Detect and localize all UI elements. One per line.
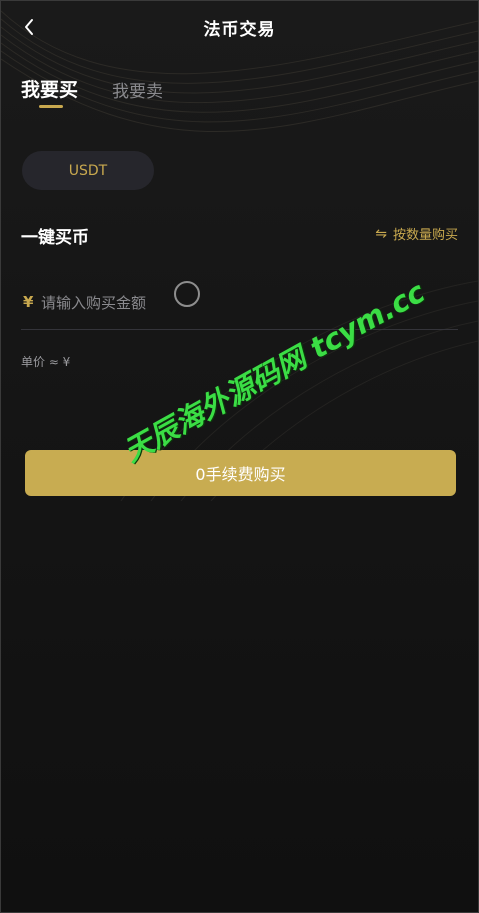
section-title: 一键买币 xyxy=(21,228,89,248)
page-title: 法币交易 xyxy=(203,20,276,40)
amount-input-row: ¥ xyxy=(21,277,458,330)
top-bar: 法币交易 xyxy=(1,1,478,53)
trade-tabs: 我要买 我要卖 xyxy=(21,75,197,115)
coin-selector-usdt[interactable]: USDT xyxy=(22,151,154,190)
otc-trade-screen: 法币交易 我要买 我要卖 USDT 一键买币 ⇋ 按数量购买 ¥ 单价 ≈ ¥ … xyxy=(0,0,479,913)
swap-arrows-icon: ⇋ xyxy=(375,225,387,242)
tab-sell-label: 我要卖 xyxy=(112,82,164,102)
loading-spinner-icon xyxy=(174,281,200,307)
active-tab-indicator xyxy=(39,105,63,108)
tab-buy[interactable]: 我要买 xyxy=(21,75,79,108)
buy-by-quantity-toggle[interactable]: ⇋ 按数量购买 xyxy=(375,224,458,244)
tab-sell[interactable]: 我要卖 xyxy=(112,77,163,102)
unit-price-label: 单价 ≈ ¥ xyxy=(21,355,71,369)
yuan-sign: ¥ xyxy=(23,293,34,311)
tab-buy-label: 我要买 xyxy=(21,79,79,101)
zero-fee-buy-button[interactable]: 0手续费购买 xyxy=(25,450,456,496)
buy-by-quantity-label: 按数量购买 xyxy=(392,228,458,243)
